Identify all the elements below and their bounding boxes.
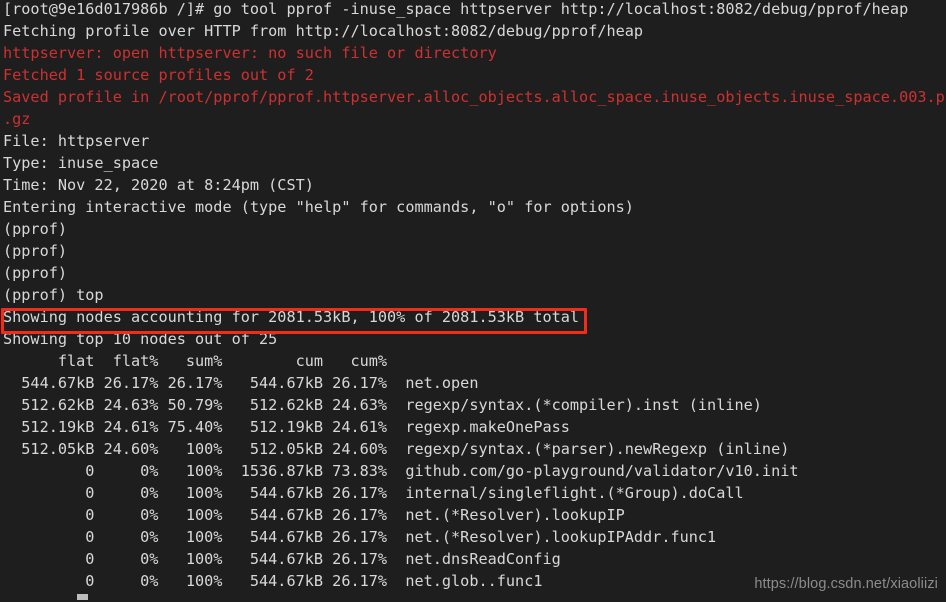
terminal-line: 512.05kB 24.60% 100% 512.05kB 24.60% reg…	[3, 440, 790, 458]
terminal-line: 0 0% 100% 544.67kB 26.17% net.(*Resolver…	[3, 506, 625, 524]
terminal-line: Entering interactive mode (type "help" f…	[3, 198, 634, 216]
terminal-line: 0 0% 100% 544.67kB 26.17% net.(*Resolver…	[3, 528, 717, 546]
terminal-line: 512.19kB 24.61% 75.40% 512.19kB 24.61% r…	[3, 418, 570, 436]
terminal-line: [root@9e16d017986b /]# go tool pprof -in…	[3, 0, 909, 18]
terminal-output: [root@9e16d017986b /]# go tool pprof -in…	[0, 0, 946, 592]
terminal-line: flat flat% sum% cum cum%	[3, 352, 388, 370]
terminal-line: (pprof)	[3, 220, 68, 238]
terminal-line: (pprof)	[3, 242, 68, 260]
terminal-line: .gz	[3, 110, 31, 128]
terminal-line: 544.67kB 26.17% 26.17% 544.67kB 26.17% n…	[3, 374, 479, 392]
terminal-line: (pprof)	[3, 264, 68, 282]
terminal-line: httpserver: open httpserver: no such fil…	[3, 44, 497, 62]
terminal-line: Time: Nov 22, 2020 at 8:24pm (CST)	[3, 176, 314, 194]
terminal-line: Fetching profile over HTTP from http://l…	[3, 22, 644, 40]
terminal-line: 512.62kB 24.63% 50.79% 512.62kB 24.63% r…	[3, 396, 762, 414]
terminal-line: Showing top 10 nodes out of 25	[3, 330, 278, 348]
terminal-line: 0 0% 100% 544.67kB 26.17% net.dnsReadCon…	[3, 550, 561, 568]
terminal-window[interactable]: [root@9e16d017986b /]# go tool pprof -in…	[0, 0, 946, 602]
terminal-line: Type: inuse_space	[3, 154, 159, 172]
terminal-line: Saved profile in /root/pprof/pprof.https…	[3, 88, 946, 106]
terminal-line: 0 0% 100% 1536.87kB 73.83% github.com/go…	[3, 462, 799, 480]
terminal-line: (pprof) top	[3, 286, 104, 304]
terminal-line: Showing nodes accounting for 2081.53kB, …	[3, 308, 580, 326]
terminal-line: 0 0% 100% 544.67kB 26.17% internal/singl…	[3, 484, 744, 502]
terminal-cursor	[77, 594, 88, 600]
terminal-line: Fetched 1 source profiles out of 2	[3, 66, 314, 84]
blog-watermark: https://blog.csdn.net/xiaoliizi	[754, 576, 938, 592]
terminal-line: File: httpserver	[3, 132, 150, 150]
